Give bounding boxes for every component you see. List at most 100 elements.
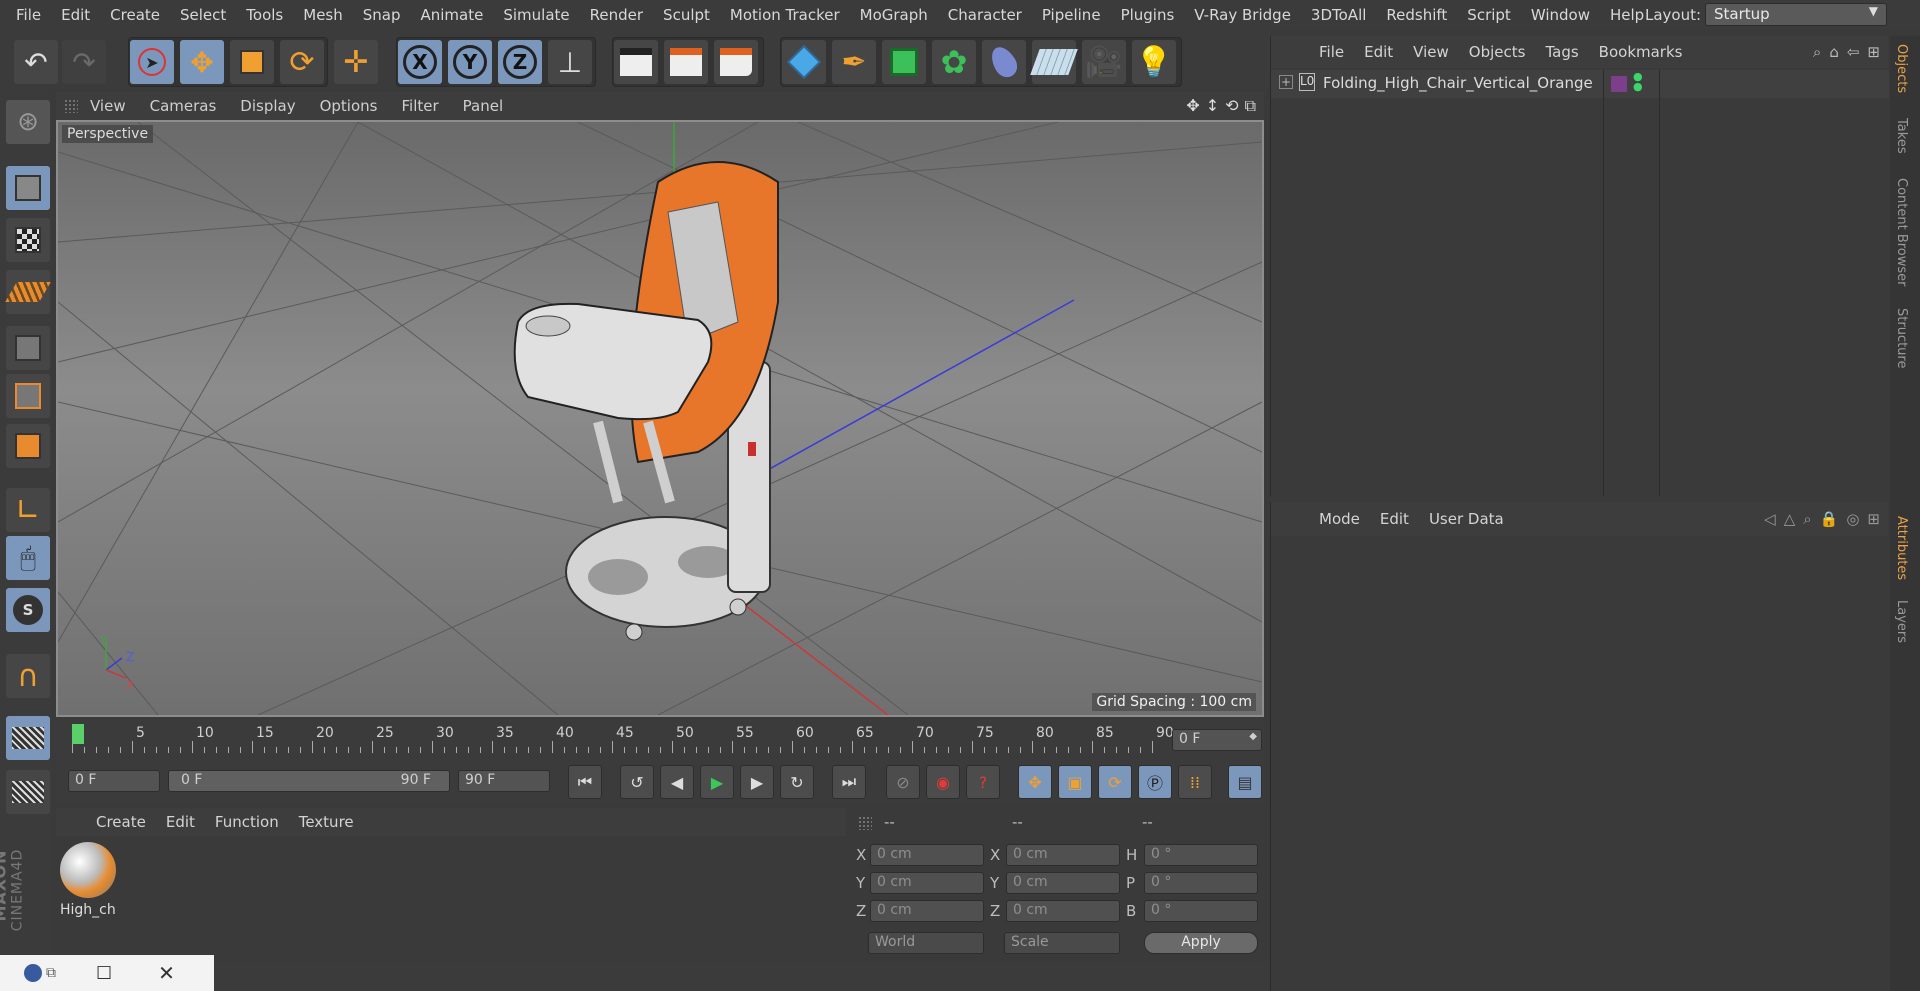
render-settings-button[interactable] [714, 40, 758, 84]
attribute-menu-user-data[interactable]: User Data [1419, 510, 1514, 528]
menu-3dtoall[interactable]: 3DToAll [1301, 6, 1376, 24]
deformer-button[interactable] [982, 40, 1026, 84]
frame-range-slider[interactable]: 0 F 90 F [168, 770, 450, 792]
menu-select[interactable]: Select [170, 6, 236, 24]
render-view-button[interactable] [614, 40, 658, 84]
autokey-button[interactable]: ◉ [926, 765, 960, 799]
high-chair-model[interactable] [513, 161, 779, 641]
redo-button[interactable]: ↷ [62, 40, 106, 84]
viewport-menu-cameras[interactable]: Cameras [138, 97, 229, 115]
pan-view-icon[interactable]: ✥ [1186, 96, 1199, 116]
snap-button[interactable]: ∩ [6, 654, 50, 698]
home-icon[interactable]: ⌂ [1829, 43, 1839, 61]
menu-animate[interactable]: Animate [411, 6, 494, 24]
material-menu-create[interactable]: Create [86, 813, 156, 831]
menu-vray-bridge[interactable]: V-Ray Bridge [1184, 6, 1301, 24]
menu-redshift[interactable]: Redshift [1376, 6, 1457, 24]
material-swatch[interactable]: High_ch [60, 842, 116, 922]
layout-select[interactable]: Startup ▼ [1705, 3, 1887, 26]
texture-mode-button[interactable] [6, 218, 50, 262]
menu-edit[interactable]: Edit [51, 6, 100, 24]
undo-button[interactable]: ↶ [14, 40, 58, 84]
light-button[interactable]: 💡 [1132, 40, 1176, 84]
viewport-menu-view[interactable]: View [78, 97, 138, 115]
rotate-tool-button[interactable]: ⟳ [280, 40, 324, 84]
object-menu-edit[interactable]: Edit [1354, 43, 1403, 61]
menu-sculpt[interactable]: Sculpt [653, 6, 720, 24]
lock-icon[interactable]: 🔒 [1820, 510, 1839, 528]
key-scale-button[interactable]: ▣ [1058, 765, 1092, 799]
restore-icon[interactable]: ⧉ [46, 965, 56, 981]
attribute-menu-mode[interactable]: Mode [1309, 510, 1370, 528]
timeline-window-button[interactable]: ▤ [1228, 765, 1262, 799]
material-menu-texture[interactable]: Texture [289, 813, 364, 831]
previous-frame-button[interactable]: ◀ [660, 765, 694, 799]
camera-button[interactable]: 🎥 [1082, 40, 1126, 84]
search-icon[interactable]: ⌕ [1803, 510, 1811, 528]
recent-tools-button[interactable]: ✛ [334, 40, 378, 84]
visibility-dots-icon[interactable]: ● ● [1633, 71, 1643, 92]
close-icon[interactable]: ✕ [158, 961, 175, 985]
key-position-button[interactable]: ✥ [1018, 765, 1052, 799]
play-button[interactable]: ▶ [700, 765, 734, 799]
menu-pipeline[interactable]: Pipeline [1032, 6, 1111, 24]
menu-file[interactable]: File [6, 6, 51, 24]
new-panel-icon[interactable]: ⊞ [1867, 43, 1880, 61]
coord-mode-select[interactable]: World [868, 932, 984, 954]
material-menu-function[interactable]: Function [205, 813, 289, 831]
key-parameter-button[interactable]: Ⓟ [1138, 765, 1172, 799]
polygons-mode-button[interactable] [6, 424, 50, 468]
up-arrow-icon[interactable]: △ [1784, 510, 1796, 528]
menu-simulate[interactable]: Simulate [493, 6, 579, 24]
coord-rot-b-field[interactable]: 0 ° [1144, 900, 1258, 922]
target-icon[interactable]: ◎ [1846, 510, 1859, 528]
coord-scale-select[interactable]: Scale [1004, 932, 1120, 954]
perspective-viewport[interactable]: Y Z X Perspective Grid Spacing : 100 cm [56, 120, 1264, 717]
next-frame-button[interactable]: ▶ [740, 765, 774, 799]
floor-button[interactable] [1030, 40, 1078, 84]
lock-z-button[interactable]: Z [498, 40, 542, 84]
coord-pos-z-field[interactable]: 0 cm [870, 900, 984, 922]
tab-attributes[interactable]: Attributes [1894, 516, 1909, 580]
back-icon[interactable]: ⇦ [1847, 43, 1860, 61]
viewport-menu-options[interactable]: Options [308, 97, 390, 115]
object-row[interactable]: + L0 Folding_High_Chair_Vertical_Orange … [1271, 70, 1889, 496]
tab-objects[interactable]: Objects [1894, 44, 1909, 93]
tab-takes[interactable]: Takes [1894, 118, 1909, 154]
maximize-icon[interactable]: ☐ [96, 963, 112, 984]
start-frame-field[interactable]: 0 F [68, 770, 160, 792]
coord-size-x-field[interactable]: 0 cm [1006, 844, 1120, 866]
cloner-button[interactable]: ✿ [932, 40, 976, 84]
viewport-menu-display[interactable]: Display [228, 97, 307, 115]
menu-plugins[interactable]: Plugins [1111, 6, 1185, 24]
enable-axis-button[interactable]: ∟ [6, 488, 50, 532]
move-tool-button[interactable]: ✥ [180, 40, 224, 84]
record-keys-button[interactable]: ⊘ [886, 765, 920, 799]
model-mode-button[interactable] [6, 166, 50, 210]
make-editable-button[interactable]: ⊛ [6, 100, 50, 144]
material-menu-edit[interactable]: Edit [156, 813, 205, 831]
key-rotation-button[interactable]: ⟳ [1098, 765, 1132, 799]
menu-mograph[interactable]: MoGraph [850, 6, 938, 24]
tab-content-browser[interactable]: Content Browser [1894, 178, 1909, 287]
new-panel-icon[interactable]: ⊞ [1867, 510, 1880, 528]
object-menu-file[interactable]: File [1309, 43, 1354, 61]
menu-character[interactable]: Character [938, 6, 1032, 24]
object-menu-objects[interactable]: Objects [1459, 43, 1536, 61]
object-name[interactable]: Folding_High_Chair_Vertical_Orange [1323, 74, 1593, 92]
timeline-ruler[interactable]: 051015202530354045505560657075808590 0 F… [56, 720, 1266, 764]
coord-pos-y-field[interactable]: 0 cm [870, 872, 984, 894]
menu-snap[interactable]: Snap [353, 6, 411, 24]
tab-structure[interactable]: Structure [1894, 308, 1909, 368]
workplane-lock-button[interactable] [6, 716, 50, 760]
workplane-button[interactable] [5, 270, 51, 314]
viewport-menu-filter[interactable]: Filter [389, 97, 450, 115]
object-menu-tags[interactable]: Tags [1535, 43, 1588, 61]
lock-x-button[interactable]: X [398, 40, 442, 84]
pen-button[interactable]: ✒ [832, 40, 876, 84]
coord-rot-p-field[interactable]: 0 ° [1144, 872, 1258, 894]
select-tool-button[interactable]: ➤ [130, 40, 174, 84]
key-pla-button[interactable]: ⁞⁞ [1178, 765, 1212, 799]
next-key-button[interactable]: ↻ [780, 765, 814, 799]
go-to-end-button[interactable]: ⏭ [832, 765, 866, 799]
